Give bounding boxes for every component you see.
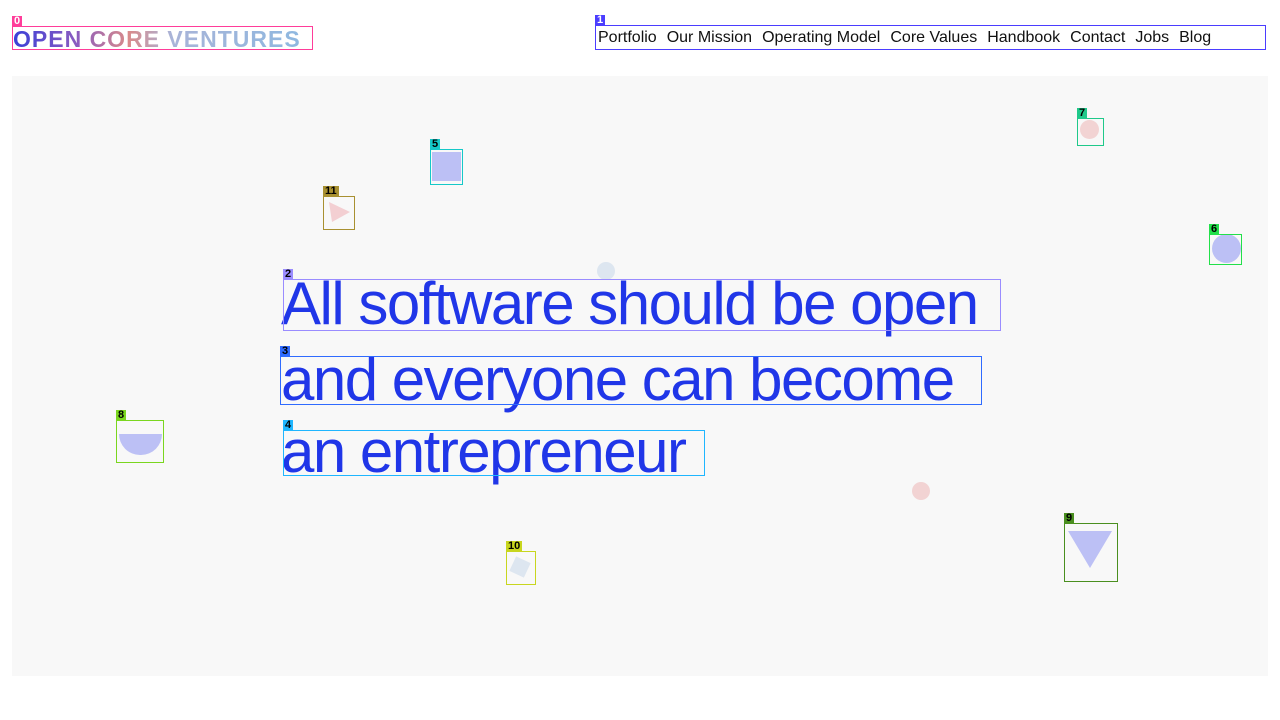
mark-box — [430, 149, 463, 185]
mark-box — [506, 551, 536, 585]
mark-box — [283, 279, 1001, 331]
mark-label: 2 — [283, 268, 294, 280]
mark-label: 10 — [506, 540, 523, 552]
mark-box — [1064, 523, 1118, 582]
mark-box — [12, 26, 313, 50]
mark-label: 4 — [283, 419, 294, 431]
mark-box — [280, 356, 982, 405]
dot-shape-blue — [597, 262, 615, 280]
mark-label: 9 — [1064, 512, 1075, 524]
mark-box — [116, 420, 164, 463]
mark-label: 8 — [116, 409, 127, 421]
mark-box — [595, 25, 1266, 50]
mark-label: 6 — [1209, 223, 1220, 235]
mark-label: 5 — [430, 138, 441, 150]
mark-label: 0 — [12, 15, 23, 27]
mark-box — [323, 196, 355, 230]
mark-box — [283, 430, 705, 476]
mark-label: 1 — [595, 14, 606, 26]
mark-label: 11 — [323, 185, 339, 197]
mark-box — [1077, 118, 1104, 146]
dot-shape-pink — [912, 482, 930, 500]
mark-label: 3 — [280, 345, 291, 357]
mark-label: 7 — [1077, 107, 1088, 119]
mark-box — [1209, 234, 1242, 265]
